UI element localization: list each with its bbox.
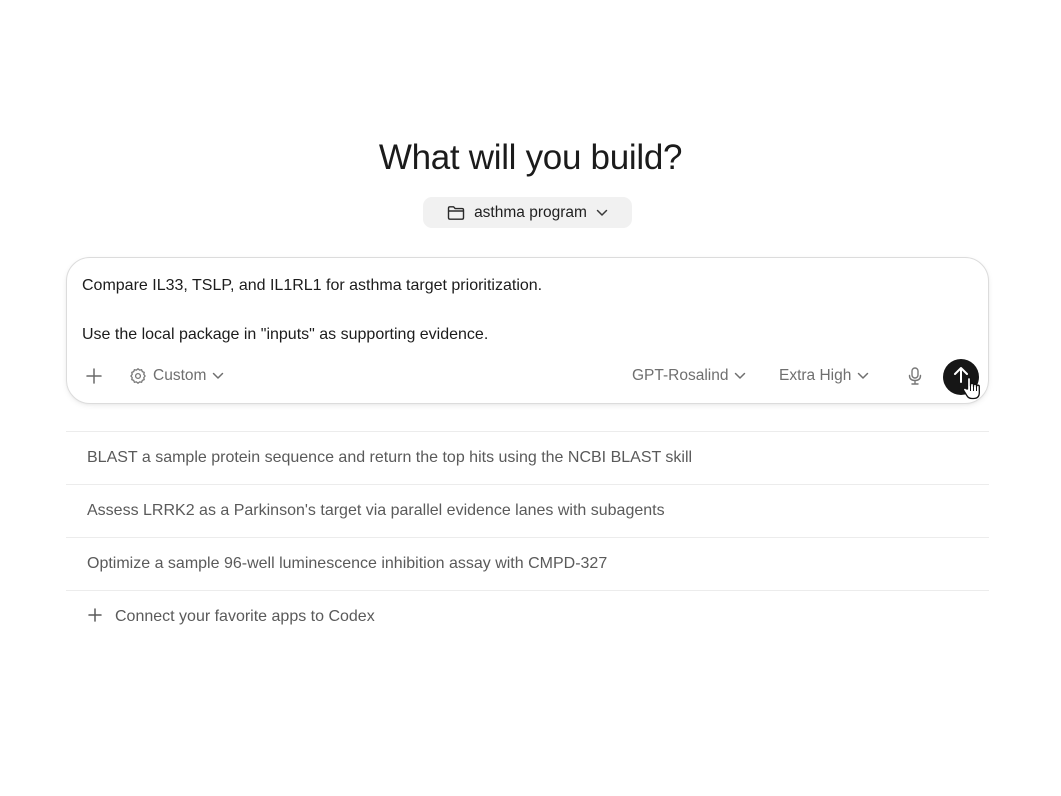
home-page: What will you build? asthma program Comp… — [0, 0, 1061, 796]
gear-icon — [129, 367, 147, 385]
chevron-down-icon — [734, 372, 746, 380]
effort-label: Extra High — [779, 367, 852, 384]
chevron-down-icon — [596, 209, 608, 217]
prompt-composer[interactable]: Compare IL33, TSLP, and IL1RL1 for asthm… — [66, 257, 989, 404]
folder-icon — [447, 205, 465, 221]
plus-icon — [87, 607, 103, 628]
prompt-text-line[interactable]: Compare IL33, TSLP, and IL1RL1 for asthm… — [82, 277, 542, 295]
model-label: GPT-Rosalind — [632, 367, 729, 384]
project-name: asthma program — [474, 203, 587, 221]
mode-label: Custom — [153, 367, 207, 384]
chevron-down-icon — [212, 372, 224, 380]
plus-icon — [85, 367, 103, 385]
suggestion-item[interactable]: BLAST a sample protein sequence and retu… — [66, 431, 989, 484]
page-title: What will you build? — [378, 138, 683, 177]
arrow-up-icon — [952, 365, 970, 390]
suggestion-item[interactable]: Assess LRRK2 as a Parkinson's target via… — [66, 484, 989, 537]
microphone-icon — [907, 366, 923, 386]
connect-apps-label: Connect your favorite apps to Codex — [115, 608, 375, 625]
suggestion-label: Assess LRRK2 as a Parkinson's target via… — [87, 502, 665, 519]
suggestion-list: BLAST a sample protein sequence and retu… — [66, 431, 989, 643]
chevron-down-icon — [857, 372, 869, 380]
send-button[interactable] — [943, 359, 979, 395]
project-selector[interactable]: asthma program — [423, 197, 632, 228]
mode-selector[interactable]: Custom — [129, 364, 224, 388]
suggestion-label: BLAST a sample protein sequence and retu… — [87, 449, 693, 466]
connect-apps-item[interactable]: Connect your favorite apps to Codex — [66, 590, 989, 643]
add-attachment-button[interactable] — [85, 364, 103, 388]
microphone-button[interactable] — [907, 364, 923, 388]
prompt-text-line[interactable]: Use the local package in "inputs" as sup… — [82, 326, 488, 344]
suggestion-item[interactable]: Optimize a sample 96-well luminescence i… — [66, 537, 989, 590]
model-selector[interactable]: GPT-Rosalind — [632, 364, 746, 388]
suggestion-label: Optimize a sample 96-well luminescence i… — [87, 555, 608, 572]
reasoning-effort-selector[interactable]: Extra High — [779, 364, 869, 388]
